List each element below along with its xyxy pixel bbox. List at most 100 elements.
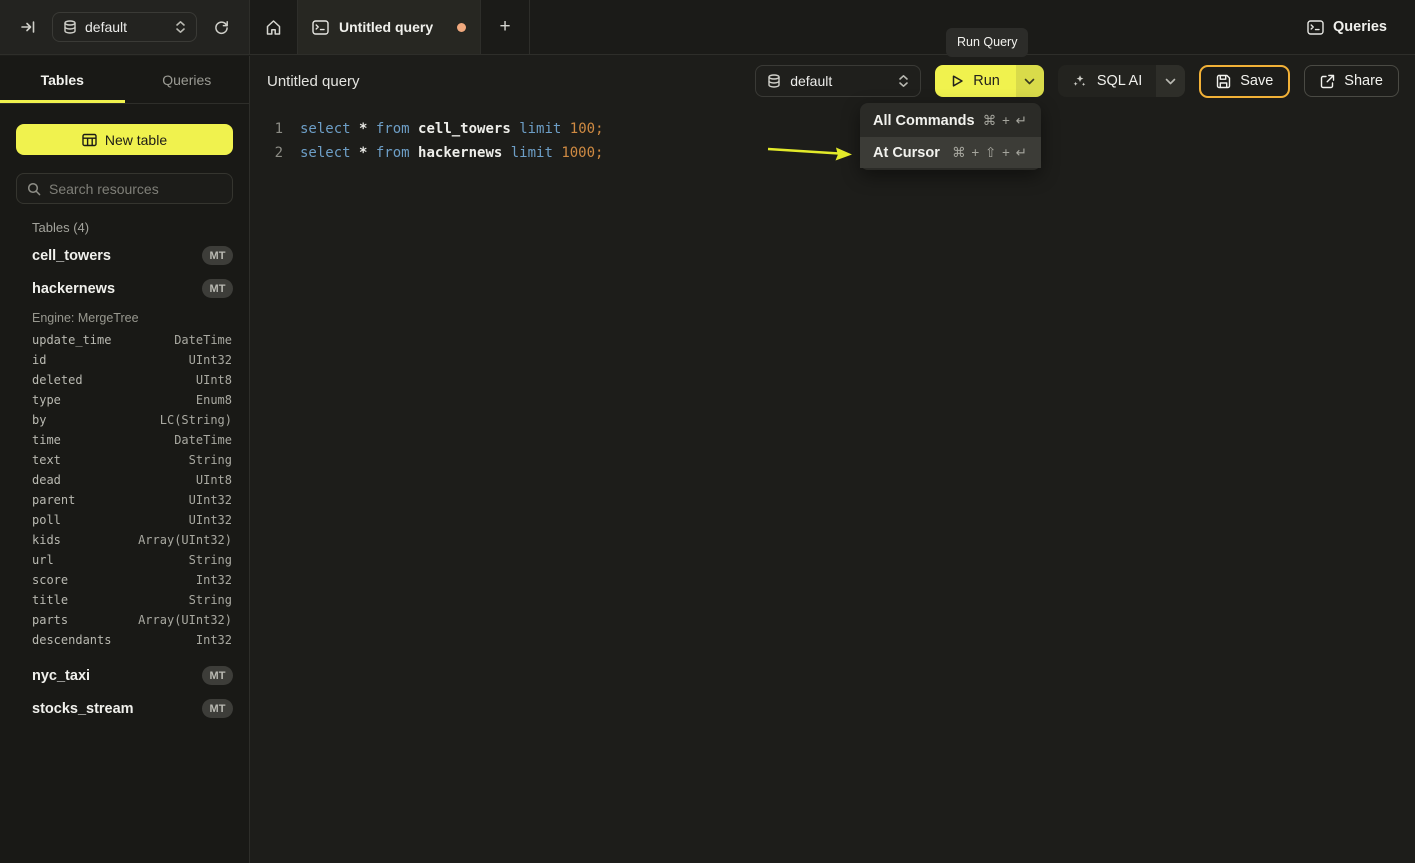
- column-type: UInt8: [196, 473, 232, 487]
- sidebar: Tables Queries New table Tables (4) cell…: [0, 56, 250, 863]
- table-row-stocks_stream[interactable]: stocks_stream MT: [0, 692, 249, 725]
- column-type: Int32: [196, 573, 232, 587]
- column-name: by: [32, 413, 46, 427]
- column-row-by[interactable]: byLC(String): [0, 410, 249, 430]
- queries-button-label: Queries: [1333, 19, 1387, 35]
- run-button[interactable]: Run: [935, 65, 1016, 97]
- search-input[interactable]: [49, 181, 222, 197]
- column-type: Enum8: [196, 393, 232, 407]
- column-name: kids: [32, 533, 61, 547]
- table-name: cell_towers: [32, 248, 111, 264]
- run-menu-item-at-cursor[interactable]: At Cursor ⌘ + ⇧ + ↵: [860, 137, 1041, 168]
- column-row-deleted[interactable]: deletedUInt8: [0, 370, 249, 390]
- share-button-label: Share: [1344, 73, 1383, 89]
- tab-title: Untitled query: [339, 19, 447, 35]
- table-row-cell_towers[interactable]: cell_towersMT: [0, 239, 249, 272]
- run-options-caret[interactable]: [1016, 65, 1044, 97]
- token-num: ;: [595, 121, 603, 137]
- column-name: title: [32, 593, 68, 607]
- refresh-button[interactable]: [207, 13, 235, 41]
- editor-database-select[interactable]: default: [755, 65, 921, 97]
- column-row-time[interactable]: time DateTime: [0, 430, 249, 450]
- menu-item-shortcut: ⌘ + ⇧ + ↵: [952, 145, 1028, 161]
- column-name: update_time: [32, 333, 111, 347]
- column-row-url[interactable]: urlString: [0, 550, 249, 570]
- chevron-updown-icon: [898, 74, 909, 88]
- column-row-score[interactable]: score Int32: [0, 570, 249, 590]
- menu-item-label: At Cursor: [873, 145, 940, 161]
- column-type: DateTime: [174, 333, 232, 347]
- line-number: 2: [261, 141, 283, 165]
- column-type: Array(UInt32): [138, 533, 232, 547]
- queries-button[interactable]: Queries: [1293, 0, 1401, 54]
- run-menu-item-all-commands[interactable]: All Commands⌘ + ↵: [860, 105, 1041, 136]
- tables-section-label: Tables (4): [32, 220, 233, 235]
- table-row-nyc_taxi[interactable]: nyc_taxiMT: [0, 659, 249, 692]
- table-row-hackernews[interactable]: hackernewsMT: [0, 272, 249, 305]
- table-name: nyc_taxi: [32, 668, 90, 684]
- token-tbl: cell_towers: [418, 121, 519, 137]
- column-type: DateTime: [174, 433, 232, 447]
- table-name: stocks_stream: [32, 701, 134, 717]
- top-bar: default Untitle: [0, 0, 1415, 55]
- token-kw: select: [300, 121, 359, 137]
- new-table-button[interactable]: New table: [16, 124, 233, 155]
- column-type: String: [189, 593, 232, 607]
- column-name: score: [32, 573, 68, 587]
- column-row-descendants[interactable]: descendantsInt32: [0, 630, 249, 650]
- column-row-parent[interactable]: parentUInt32: [0, 490, 249, 510]
- unsaved-changes-dot: [457, 23, 466, 32]
- sidebar-tab-tables[interactable]: Tables: [0, 56, 125, 103]
- column-row-update_time[interactable]: update_time DateTime: [0, 330, 249, 350]
- token-kw: from: [376, 121, 418, 137]
- token-kw: from: [376, 145, 418, 161]
- topbar-database-value: default: [85, 19, 167, 35]
- column-row-title[interactable]: title String: [0, 590, 249, 610]
- column-type: String: [189, 453, 232, 467]
- column-name: time: [32, 433, 61, 447]
- column-row-text[interactable]: textString: [0, 450, 249, 470]
- save-button[interactable]: Save: [1199, 65, 1290, 98]
- sql-ai-caret[interactable]: [1156, 65, 1185, 97]
- code-text: select * from cell_towers limit 100;: [300, 117, 604, 141]
- token-kw: select: [300, 145, 359, 161]
- column-name: parent: [32, 493, 75, 507]
- collapse-sidebar-button[interactable]: [14, 13, 42, 41]
- search-box: [16, 173, 233, 204]
- main-area: Untitled query default: [251, 56, 1415, 863]
- share-button[interactable]: Share: [1304, 65, 1399, 97]
- play-icon: [951, 74, 964, 88]
- column-row-kids[interactable]: kids Array(UInt32): [0, 530, 249, 550]
- column-name: deleted: [32, 373, 83, 387]
- code-text: select * from hackernews limit 1000;: [300, 141, 603, 165]
- save-icon: [1216, 74, 1231, 89]
- sql-editor[interactable]: 1select * from cell_towers limit 100;2 se…: [251, 106, 1415, 165]
- column-row-poll[interactable]: pollUInt32: [0, 510, 249, 530]
- column-row-dead[interactable]: dead UInt8: [0, 470, 249, 490]
- chevron-down-icon: [1165, 78, 1176, 85]
- sql-ai-button[interactable]: SQL AI: [1058, 65, 1156, 97]
- code-line-1[interactable]: 1select * from cell_towers limit 100;: [251, 117, 1415, 141]
- token-op: *: [359, 145, 376, 161]
- sidebar-tab-queries[interactable]: Queries: [125, 56, 250, 103]
- column-name: dead: [32, 473, 61, 487]
- engine-badge: MT: [202, 699, 233, 718]
- column-row-type[interactable]: typeEnum8: [0, 390, 249, 410]
- column-type: Array(UInt32): [138, 613, 232, 627]
- new-tab-button[interactable]: +: [481, 0, 530, 54]
- home-button[interactable]: [250, 0, 297, 54]
- token-op: *: [359, 121, 376, 137]
- menu-item-shortcut: ⌘ + ↵: [983, 113, 1028, 129]
- editor-database-value: default: [790, 73, 889, 89]
- engine-badge: MT: [202, 279, 233, 298]
- token-kw: limit: [519, 121, 570, 137]
- refresh-icon: [213, 19, 230, 36]
- token-kw: limit: [511, 145, 562, 161]
- search-icon: [27, 182, 41, 196]
- column-row-parts[interactable]: partsArray(UInt32): [0, 610, 249, 630]
- column-row-id[interactable]: idUInt32: [0, 350, 249, 370]
- tab-untitled-query[interactable]: Untitled query: [297, 0, 481, 54]
- code-line-2[interactable]: 2 select * from hackernews limit 1000;: [251, 141, 1415, 165]
- topbar-database-select[interactable]: default: [52, 12, 197, 42]
- column-name: descendants: [32, 633, 111, 647]
